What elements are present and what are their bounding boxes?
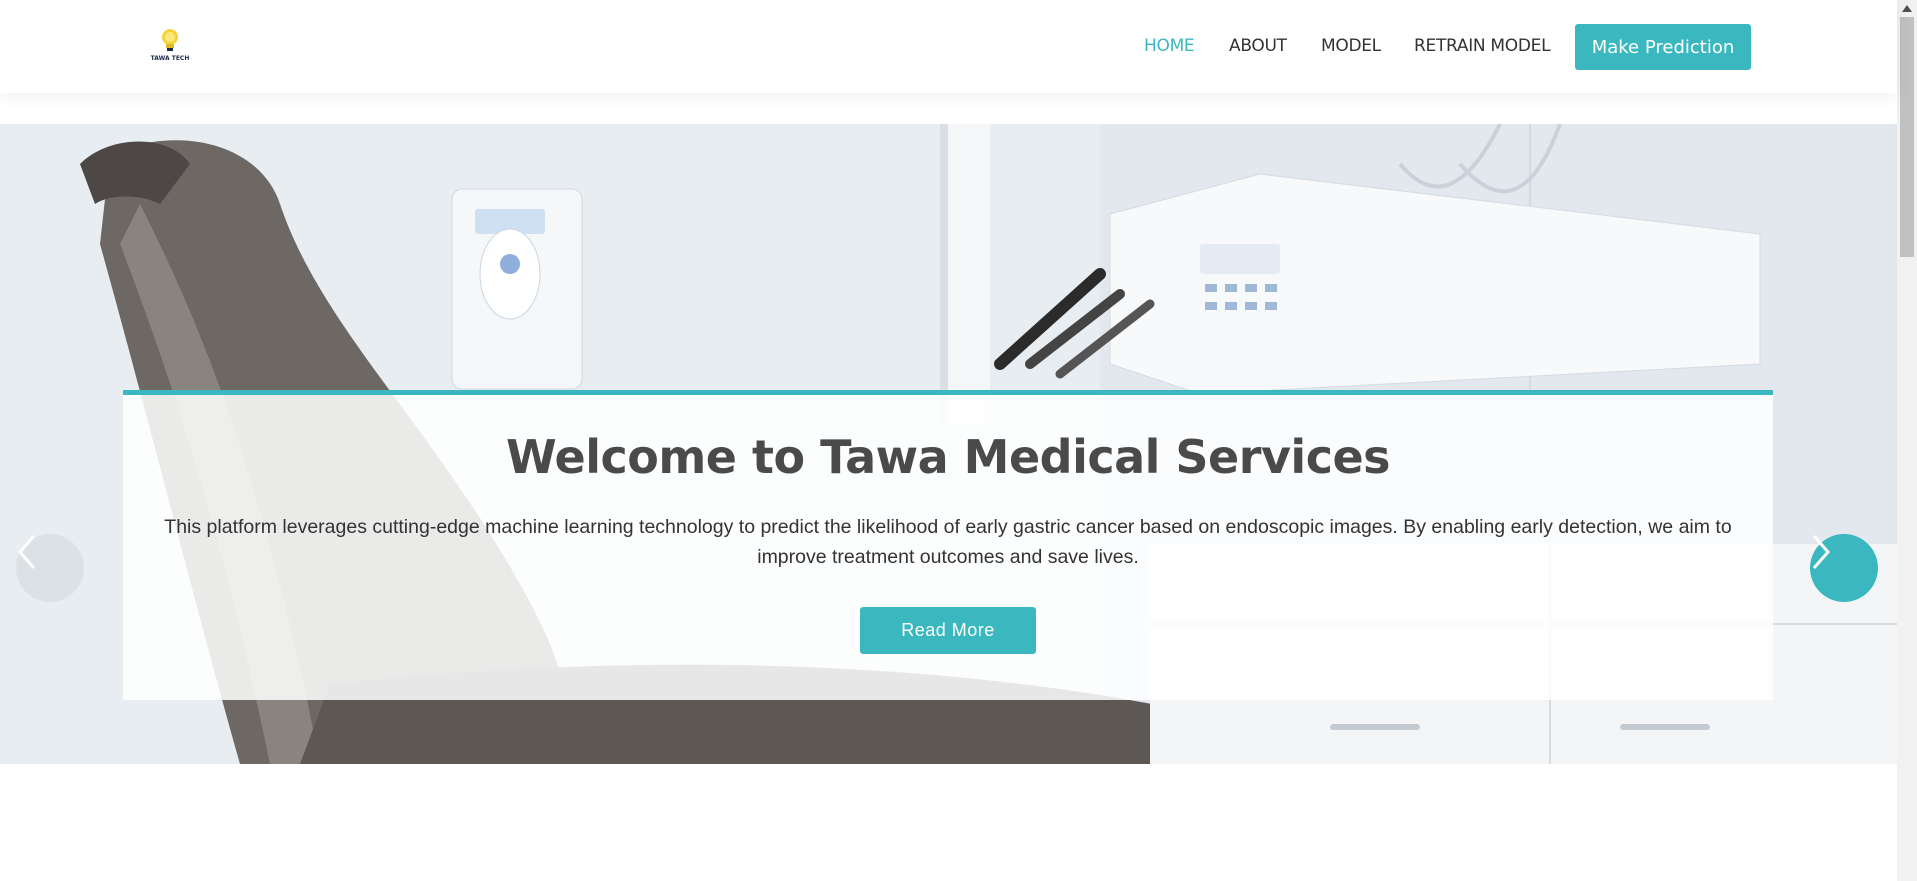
hero-caption: Welcome to Tawa Medical Services This pl… <box>123 390 1773 700</box>
brand-logo[interactable]: TAWA TECH <box>150 26 190 66</box>
chevron-left-icon <box>18 535 36 569</box>
logo-text: TAWA TECH <box>150 55 190 62</box>
nav-model[interactable]: MODEL <box>1321 36 1381 56</box>
scrollbar-thumb[interactable] <box>1900 17 1914 257</box>
nav-retrain-model[interactable]: RETRAIN MODEL <box>1414 36 1551 56</box>
nav-about[interactable]: ABOUT <box>1229 36 1287 56</box>
nav-home[interactable]: HOME <box>1144 36 1195 56</box>
scroll-up-arrow-icon[interactable] <box>1897 0 1917 17</box>
slider-prev-button[interactable] <box>16 534 84 602</box>
hero-description: This platform leverages cutting-edge mac… <box>164 516 1732 568</box>
hero-title: Welcome to Tawa Medical Services <box>505 430 1391 484</box>
site-header: TAWA TECH HOME ABOUT MODEL RETRAIN MODEL… <box>0 0 1897 93</box>
page-scrollbar[interactable] <box>1897 0 1917 881</box>
slider-next-button[interactable] <box>1810 534 1878 602</box>
chevron-right-icon <box>1812 535 1830 569</box>
make-prediction-button[interactable]: Make Prediction <box>1575 24 1751 70</box>
read-more-button[interactable]: Read More <box>860 607 1036 654</box>
